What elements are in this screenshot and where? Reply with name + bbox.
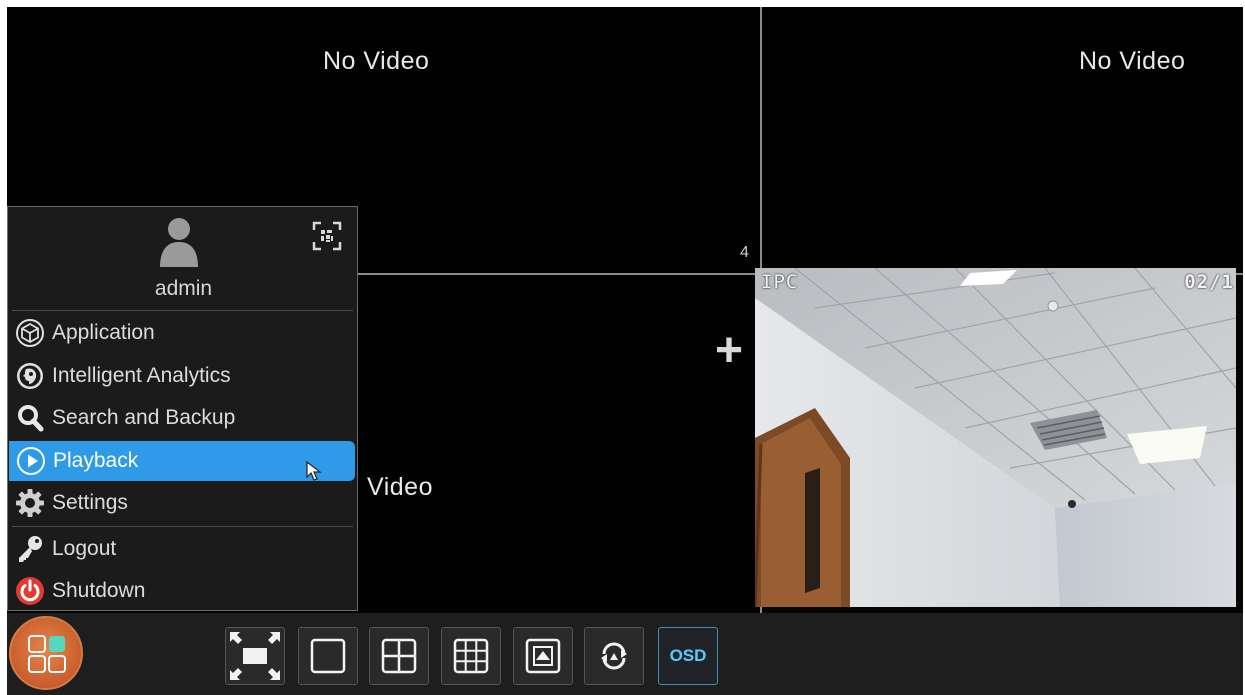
menu-item-logout[interactable]: Logout: [8, 529, 357, 569]
menu-item-settings[interactable]: Settings: [8, 483, 357, 523]
channel-number: 4: [740, 244, 749, 261]
menu-item-application[interactable]: Application: [8, 313, 357, 353]
rotate-view-button[interactable]: [584, 627, 644, 685]
key-icon: [8, 529, 52, 569]
menu-item-label: Playback: [53, 449, 139, 472]
sequence-view-icon: [525, 638, 561, 674]
menu-item-label: Intelligent Analytics: [52, 364, 231, 387]
layout-9-button[interactable]: [441, 627, 501, 685]
no-video-label: No Video: [1079, 47, 1186, 75]
menu-item-label: Settings: [52, 491, 128, 514]
fullscreen-icon: [230, 632, 280, 680]
menu-item-shutdown[interactable]: Shutdown: [8, 571, 357, 611]
start-menu: admin Application Intelligent Analytics …: [7, 206, 358, 611]
mouse-cursor-icon: [306, 461, 322, 481]
osd-toggle-button[interactable]: OSD: [658, 627, 718, 685]
play-icon: [9, 441, 53, 481]
menu-item-label: Search and Backup: [52, 406, 236, 429]
user-avatar-icon: [160, 218, 198, 267]
add-camera-icon[interactable]: +: [715, 327, 743, 375]
camera-feed[interactable]: IPC 02/1: [755, 268, 1236, 607]
layout-1-button[interactable]: [298, 627, 358, 685]
nine-view-icon: [453, 638, 489, 674]
layout-4-button[interactable]: [369, 627, 429, 685]
menu-divider: [12, 310, 353, 311]
menu-item-search-and-backup[interactable]: Search and Backup: [8, 398, 357, 438]
face-analytics-icon: [8, 356, 52, 396]
menu-item-intelligent-analytics[interactable]: Intelligent Analytics: [8, 356, 357, 396]
no-video-label: No Video: [323, 47, 430, 75]
qr-code-icon[interactable]: [312, 221, 342, 251]
sequence-view-button[interactable]: [513, 627, 573, 685]
menu-item-playback[interactable]: Playback: [9, 441, 355, 481]
no-video-label: Video: [367, 473, 433, 501]
fullscreen-button[interactable]: [225, 627, 285, 685]
app-grid-icon: [28, 635, 66, 673]
quad-view-icon: [381, 638, 417, 674]
bottom-toolbar: OSD: [7, 613, 1243, 695]
camera-osd-date: 02/1: [1184, 271, 1234, 293]
camera-image: [755, 268, 1236, 607]
start-menu-button[interactable]: [9, 616, 83, 690]
video-tile-2[interactable]: No Video: [762, 7, 1243, 273]
search-icon: [8, 398, 52, 438]
menu-item-label: Application: [52, 321, 155, 344]
gear-icon: [8, 483, 52, 523]
camera-osd-name: IPC: [761, 271, 799, 293]
single-view-icon: [310, 638, 346, 674]
menu-item-label: Shutdown: [52, 579, 146, 602]
menu-item-label: Logout: [52, 537, 117, 560]
rotate-icon: [601, 642, 627, 670]
power-icon: [8, 571, 52, 611]
cube-icon: [8, 313, 52, 353]
menu-divider: [12, 526, 353, 527]
username-label: admin: [154, 277, 213, 300]
